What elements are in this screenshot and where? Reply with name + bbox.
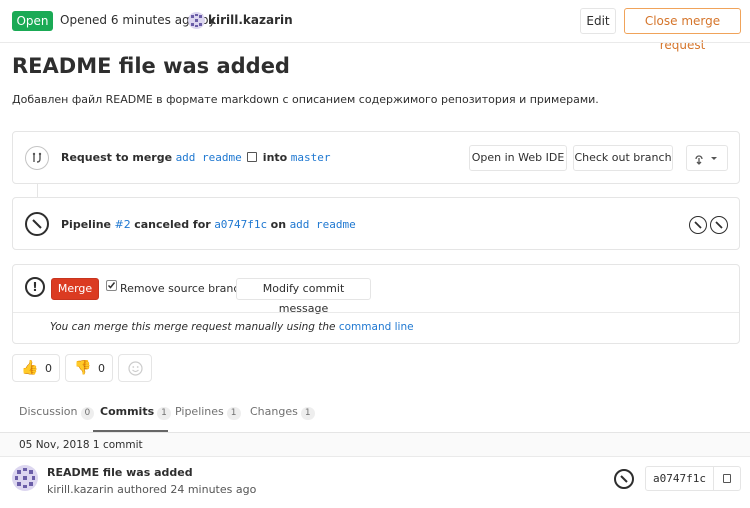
author-avatar[interactable] (188, 12, 205, 29)
edit-button[interactable]: Edit (580, 8, 616, 34)
remove-source-branch-label[interactable]: Remove source branch (120, 282, 246, 295)
merge-button[interactable]: Merge (51, 278, 99, 300)
modify-commit-message-button[interactable]: Modify commit message (236, 278, 371, 315)
commit-pipeline-canceled-icon[interactable] (614, 469, 634, 489)
tab-pipelines-count: 1 (226, 407, 241, 420)
pipeline-canceled-icon[interactable] (25, 212, 49, 236)
mr-description: Добавлен файл README в формате markdown … (12, 93, 599, 106)
copy-branch-icon[interactable] (247, 152, 258, 162)
close-merge-request-button[interactable]: Close merge request (624, 8, 741, 52)
merge-widget: ! Merge Remove source branch Modify comm… (12, 264, 740, 344)
open-web-ide-button[interactable]: Open in Web IDE (469, 145, 567, 171)
merge-widget-divider (13, 312, 739, 313)
check-out-branch-button[interactable]: Check out branch (573, 145, 673, 171)
thumbs-down-count: 0 (98, 362, 105, 375)
page-title: README file was added (12, 54, 290, 78)
tab-changes-count: 1 (300, 407, 315, 420)
source-branch-link[interactable]: add readme (176, 151, 242, 164)
target-branch-link[interactable]: master (291, 151, 331, 164)
pipeline-status-text: canceled for (134, 218, 211, 231)
thumbs-up-button[interactable]: 👍 0 (12, 354, 60, 382)
into-label: into (262, 151, 288, 164)
manual-merge-text: You can merge this merge request manuall… (50, 321, 414, 333)
active-tab-indicator (93, 430, 168, 432)
commits-date-label: 05 Nov, 2018 1 commit (19, 439, 143, 451)
tab-changes-label: Changes (250, 405, 298, 418)
warning-icon: ! (25, 277, 45, 297)
tab-pipelines-label: Pipelines (175, 405, 224, 418)
tab-discussion-count: 0 (80, 407, 95, 420)
request-to-merge-label: Request to merge (61, 151, 173, 164)
author-link[interactable]: kirill.kazarin (208, 13, 293, 27)
pipeline-label: Pipeline (61, 218, 111, 231)
status-badge: Open (12, 11, 53, 31)
merge-request-line: Request to merge add readme into master (61, 151, 330, 164)
commit-title-link[interactable]: README file was added (47, 466, 193, 479)
commit-sha-link[interactable]: a0747f1c (646, 467, 714, 490)
manual-merge-label: You can merge this merge request manuall… (50, 321, 336, 333)
header-divider (0, 42, 750, 43)
widget-connector (37, 184, 38, 197)
download-dropdown-button[interactable] (686, 145, 728, 171)
pipeline-branch-link[interactable]: add readme (290, 218, 356, 231)
smiley-icon (128, 361, 143, 376)
copy-icon (723, 474, 731, 483)
tab-commits[interactable]: Commits 1 (100, 405, 171, 420)
commit-author-avatar[interactable] (12, 465, 38, 491)
tab-pipelines[interactable]: Pipelines 1 (175, 405, 241, 420)
merge-request-widget: Request to merge add readme into master … (12, 131, 740, 184)
add-reaction-button[interactable] (118, 354, 152, 382)
thumbs-down-button[interactable]: 👎 0 (65, 354, 113, 382)
commit-sha-group: a0747f1c (645, 466, 741, 491)
thumbs-up-icon: 👍 (21, 360, 39, 376)
tab-discussion[interactable]: Discussion 0 (19, 405, 95, 420)
pipeline-line: Pipeline #2 canceled for a0747f1c on add… (61, 218, 356, 231)
merge-request-icon (25, 146, 49, 170)
stage-canceled-icon[interactable] (689, 216, 707, 234)
tab-discussion-label: Discussion (19, 405, 78, 418)
tab-commits-label: Commits (100, 405, 155, 418)
copy-sha-button[interactable] (714, 467, 740, 490)
download-icon (695, 155, 717, 165)
stage-canceled-icon[interactable] (710, 216, 728, 234)
pipeline-commit-link[interactable]: a0747f1c (214, 218, 267, 231)
remove-source-branch-checkbox[interactable] (106, 280, 117, 291)
tab-commits-count: 1 (157, 407, 171, 420)
thumbs-down-icon: 👎 (74, 360, 92, 376)
on-label: on (270, 218, 287, 231)
commits-date-header: 05 Nov, 2018 1 commit (0, 433, 750, 457)
thumbs-up-count: 0 (45, 362, 52, 375)
commit-author-line: kirill.kazarin authored 24 minutes ago (47, 483, 257, 496)
pipeline-widget: Pipeline #2 canceled for a0747f1c on add… (12, 197, 740, 250)
tab-changes[interactable]: Changes 1 (250, 405, 315, 420)
pipeline-id-link[interactable]: #2 (115, 218, 131, 231)
command-line-link[interactable]: command line (339, 321, 414, 333)
